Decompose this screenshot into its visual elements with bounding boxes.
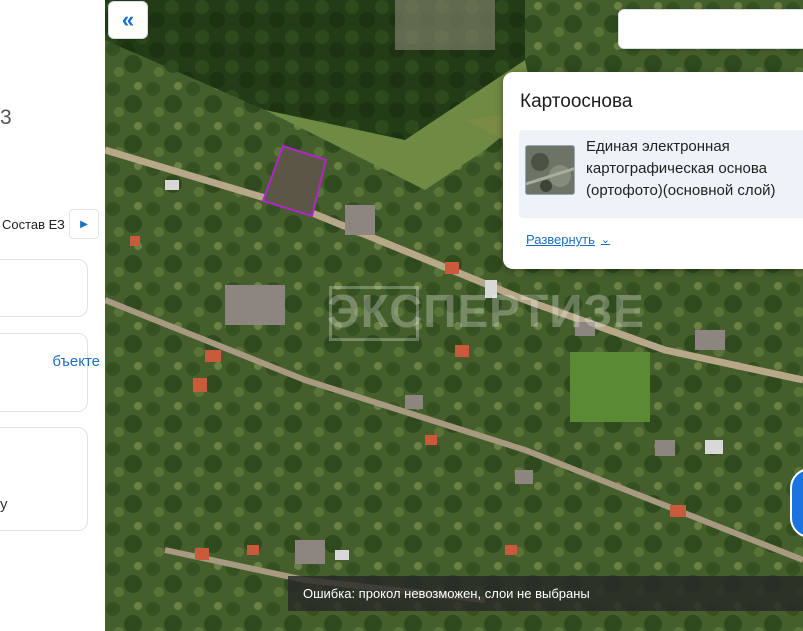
info-card-2[interactable]: бъекте	[0, 333, 100, 412]
layer-thumbnail	[525, 145, 575, 195]
info-card-3-text: y	[0, 496, 8, 513]
info-card-1[interactable]	[0, 259, 88, 317]
expand-link[interactable]: Развернуть ⌄	[526, 232, 610, 247]
tab-composition[interactable]: Состав ЕЗ ▶	[0, 209, 100, 239]
chevron-down-icon: ⌄	[600, 234, 611, 246]
location-marker-icon[interactable]	[790, 468, 803, 538]
watermark-text: ЭКСПЕРТИЗЕ	[327, 285, 645, 337]
error-toast: Ошибка: прокол невозможен, слои не выбра…	[288, 576, 803, 611]
app-root: 3 Состав ЕЗ ▶ бъекте y ЭКСПЕРТИЗЕ « Карт…	[0, 0, 803, 631]
object-number-fragment: 3	[0, 106, 12, 129]
layer-name: Единая электронная картографическая осно…	[586, 138, 776, 199]
chevron-right-icon[interactable]: ▶	[69, 209, 99, 239]
info-card-3[interactable]: y	[0, 427, 88, 531]
collapse-panel-button[interactable]: «	[108, 1, 148, 39]
double-chevron-left-icon: «	[121, 7, 135, 32]
basemap-layer-item[interactable]: Единая электронная картографическая осно…	[519, 130, 803, 218]
expand-label: Развернуть	[526, 232, 595, 247]
basemap-popup: Картооснова Единая электронная картограф…	[503, 72, 803, 269]
left-panel: 3 Состав ЕЗ ▶ бъекте y	[0, 0, 105, 631]
tab-composition-label: Состав ЕЗ	[2, 216, 65, 232]
search-input[interactable]	[618, 9, 803, 49]
basemap-title: Картооснова	[520, 91, 633, 112]
object-info-link[interactable]: бъекте	[0, 353, 100, 370]
